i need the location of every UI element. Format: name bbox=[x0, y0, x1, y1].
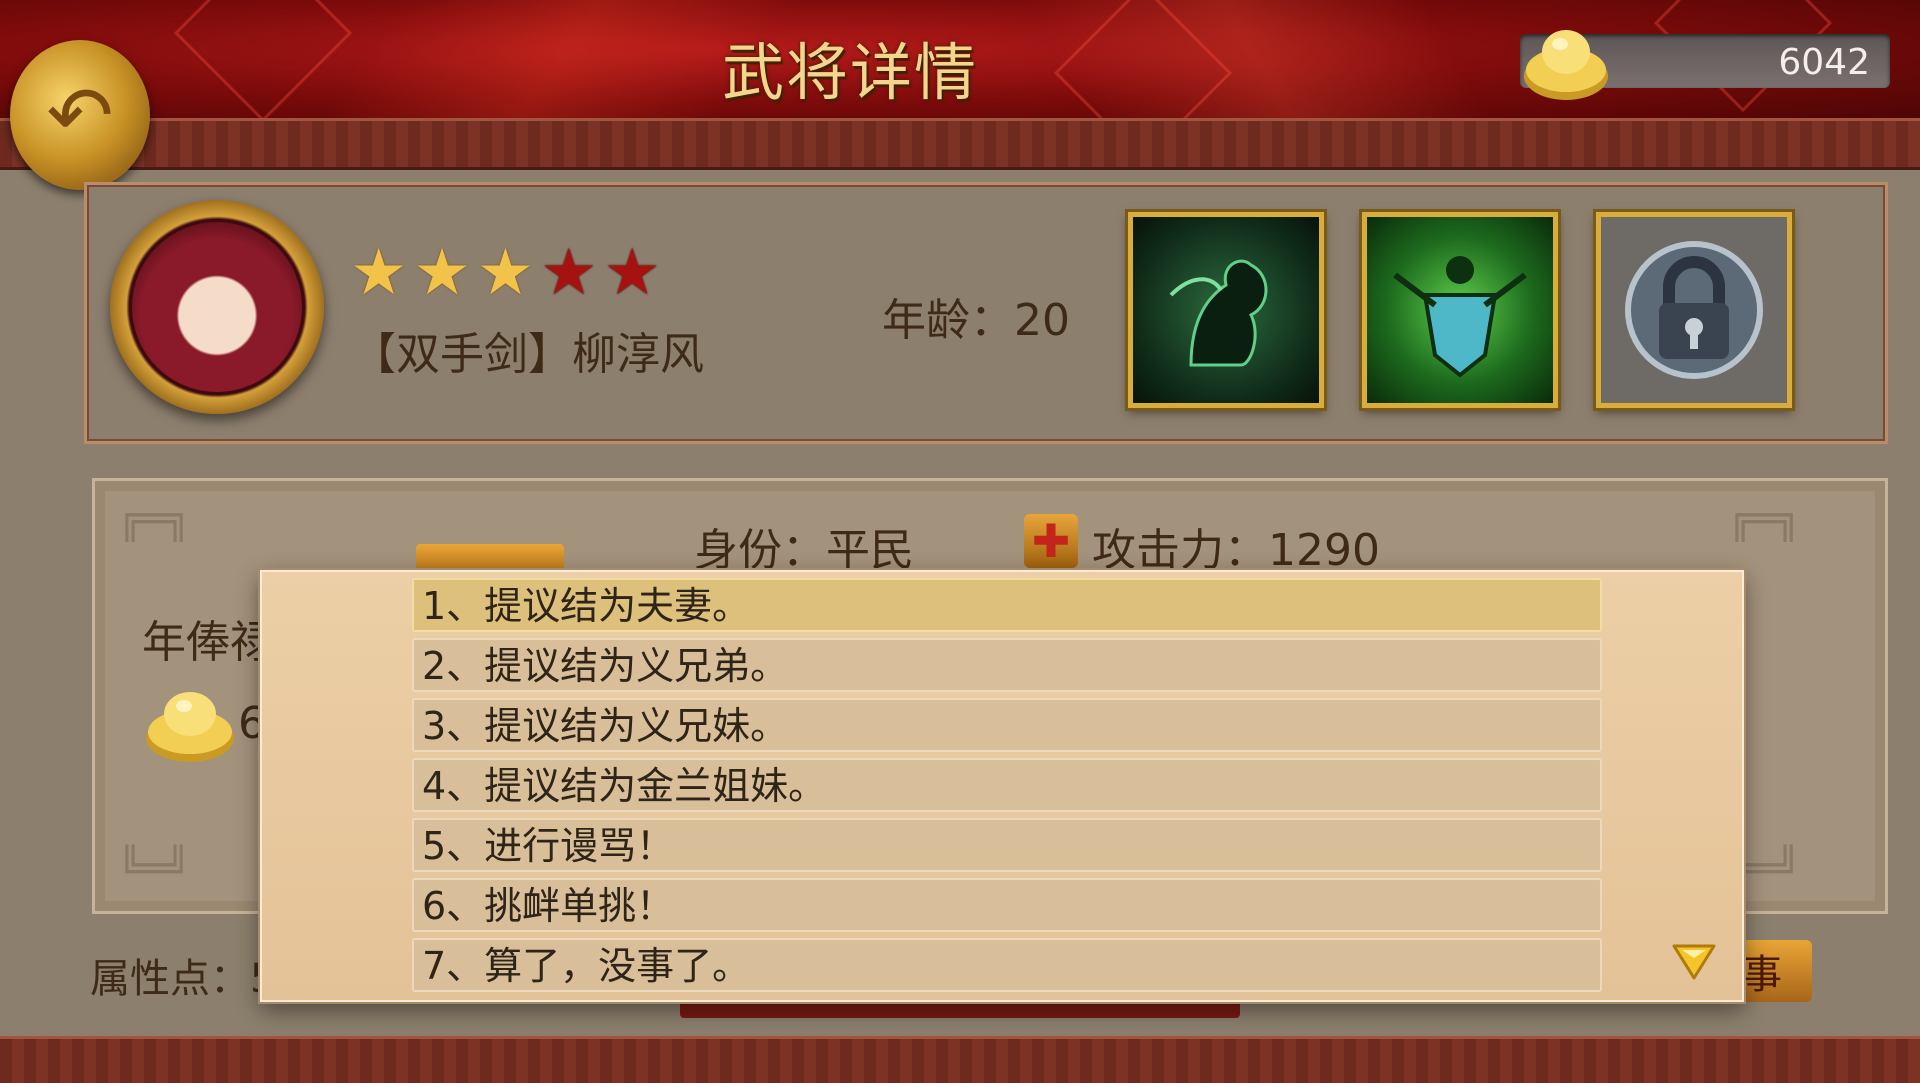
hero-star-rating: ★★★★★ bbox=[350, 236, 667, 310]
corner-ornament: ╔═╗ bbox=[118, 496, 191, 542]
star-filled-icon: ★ bbox=[476, 236, 541, 310]
back-arrow-icon: ↶ bbox=[46, 68, 114, 162]
skill-slot-locked[interactable] bbox=[1596, 212, 1792, 408]
scroll-down-arrow-icon[interactable] bbox=[1670, 940, 1718, 982]
orange-tab[interactable] bbox=[416, 544, 564, 572]
footer-pattern-border bbox=[0, 1036, 1920, 1083]
header-pattern-border bbox=[0, 118, 1920, 170]
hero-face-image bbox=[132, 222, 302, 392]
gold-ingot-icon bbox=[1524, 30, 1608, 100]
add-attack-button[interactable]: ✚ bbox=[1024, 514, 1078, 568]
hero-name: 【双手剑】柳淳风 bbox=[352, 329, 704, 380]
page-title: 武将详情 bbox=[721, 36, 978, 109]
hero-age: 年龄：20 bbox=[882, 295, 1070, 346]
skill-slot-1[interactable] bbox=[1128, 212, 1324, 408]
dragon-warrior-skill-icon bbox=[1169, 259, 1268, 367]
star-empty-icon: ★ bbox=[540, 236, 604, 310]
dialog-option-sworn-siblings[interactable]: 3、提议结为义兄妹。 bbox=[412, 698, 1602, 752]
corner-ornament: ╚═╝ bbox=[118, 846, 191, 892]
star-empty-icon: ★ bbox=[603, 236, 667, 310]
hero-portrait[interactable] bbox=[110, 200, 324, 414]
plus-icon: ✚ bbox=[1031, 514, 1071, 568]
dialog-option-marry[interactable]: 1、提议结为夫妻。 bbox=[412, 578, 1602, 632]
dialog-option-cancel[interactable]: 7、算了，没事了。 bbox=[412, 938, 1602, 992]
star-filled-icon: ★ bbox=[413, 236, 477, 310]
gold-amount: 6042 bbox=[1778, 42, 1870, 83]
salary-label: 年俸禄 bbox=[142, 617, 274, 668]
star-filled-icon: ★ bbox=[350, 236, 414, 310]
corner-ornament: ╔═╗ bbox=[1728, 496, 1801, 542]
skill-slot-2[interactable] bbox=[1362, 212, 1558, 408]
shield-spirit-skill-icon bbox=[1393, 256, 1527, 378]
attribute-points: 属性点：5 bbox=[90, 956, 276, 1002]
identity-text: 身份：平民 bbox=[694, 525, 914, 576]
attack-text: 攻击力：1290 bbox=[1092, 525, 1380, 576]
dialog-option-sworn-sisters[interactable]: 4、提议结为金兰姐妹。 bbox=[412, 758, 1602, 812]
back-button[interactable]: ↶ bbox=[10, 40, 150, 190]
dialog-option-insult[interactable]: 5、进行谩骂！ bbox=[412, 818, 1602, 872]
dialog-option-sworn-brothers[interactable]: 2、提议结为义兄弟。 bbox=[412, 638, 1602, 692]
lock-icon bbox=[1625, 241, 1763, 379]
action-button-label: 事 bbox=[1742, 952, 1782, 998]
gold-ingot-icon bbox=[146, 692, 234, 762]
dialog-option-duel[interactable]: 6、挑衅单挑！ bbox=[412, 878, 1602, 932]
